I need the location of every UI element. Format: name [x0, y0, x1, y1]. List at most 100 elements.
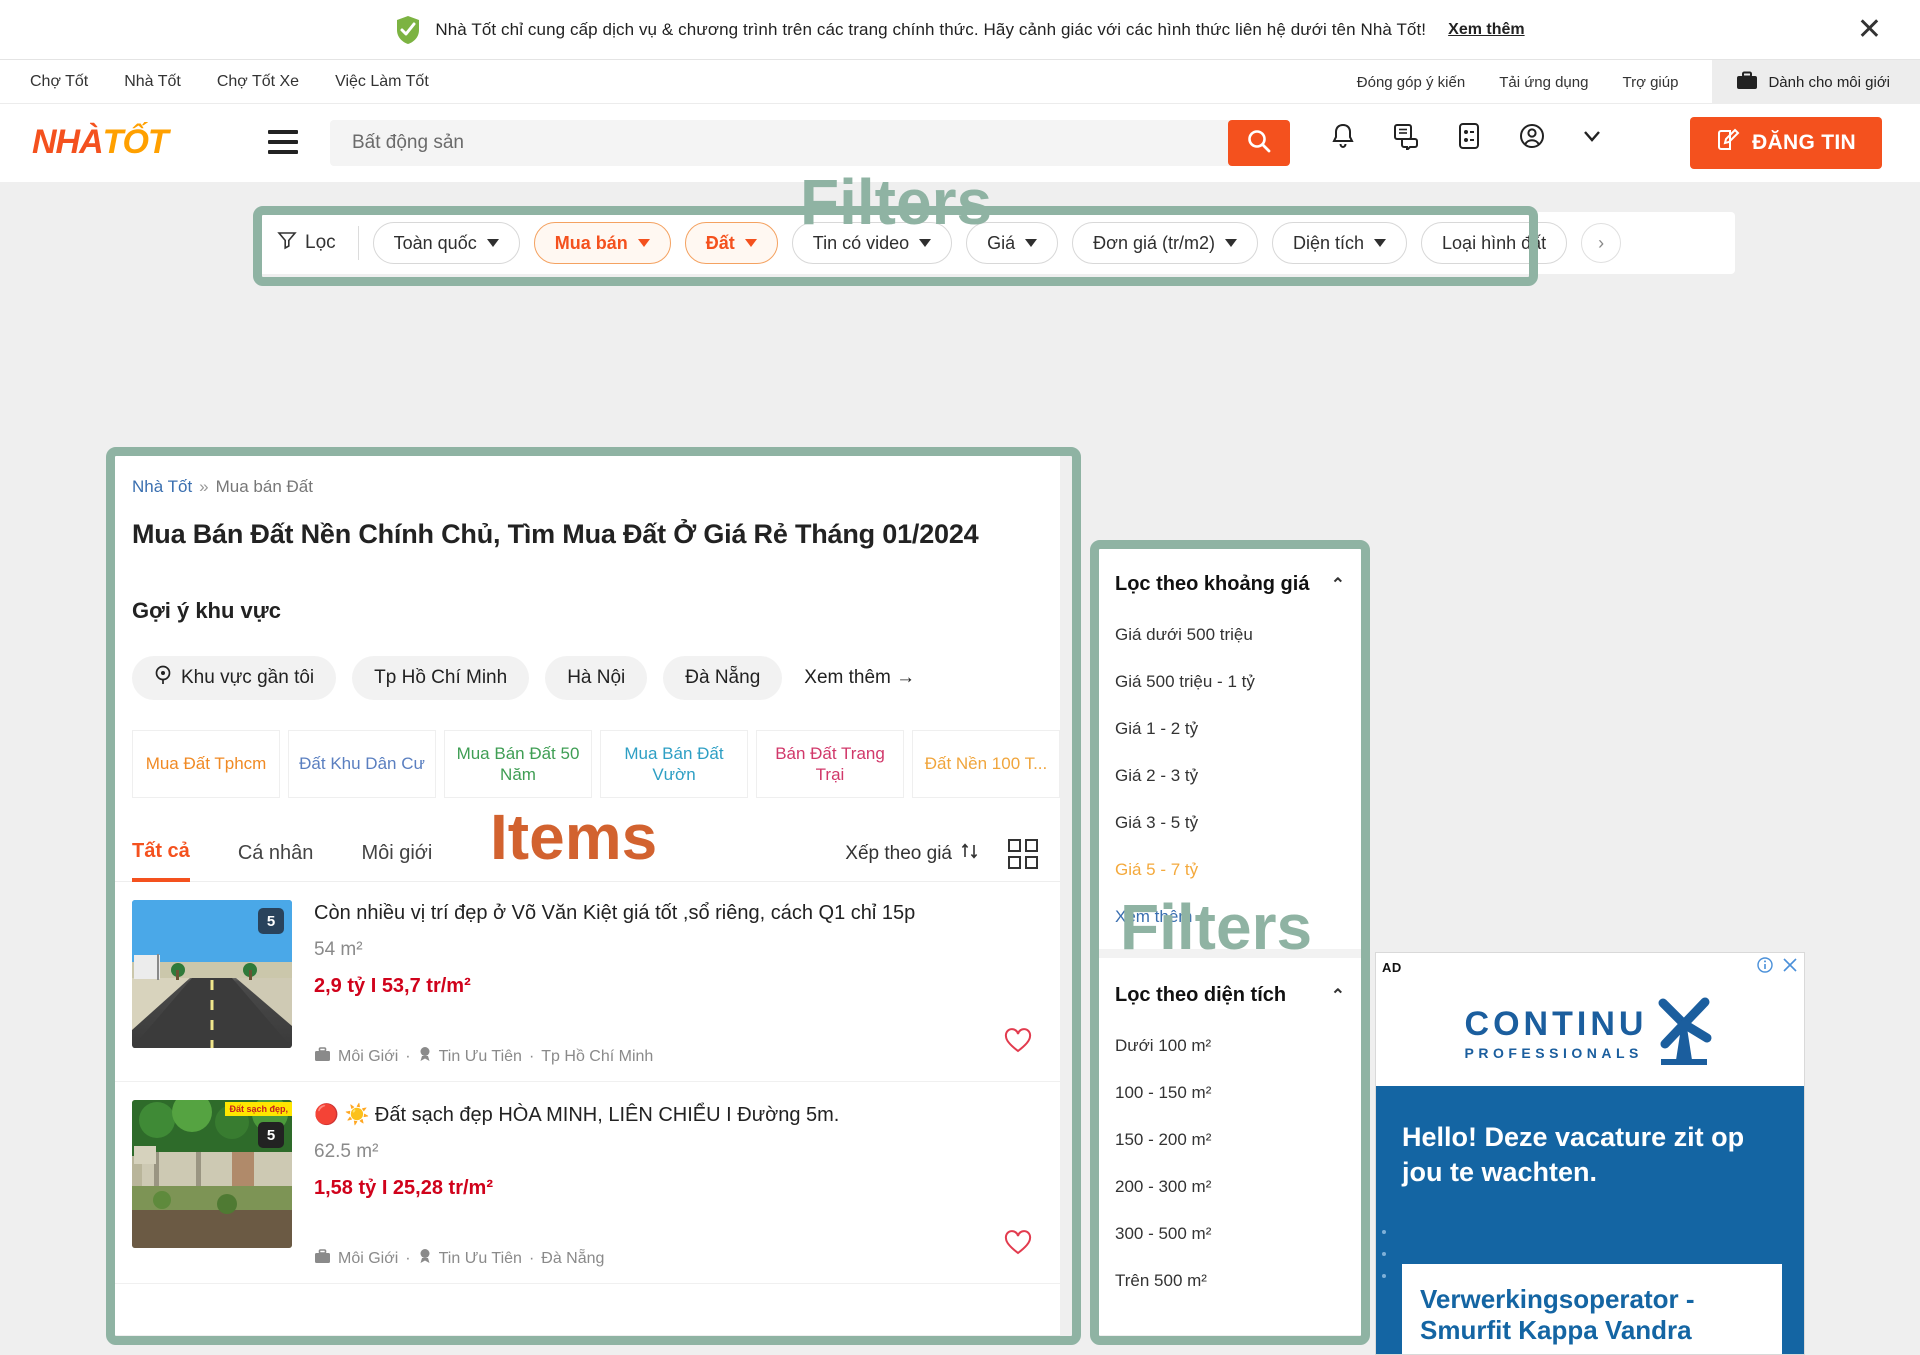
search-icon	[1246, 128, 1272, 159]
suggested-chip-hanoi[interactable]: Hà Nội	[545, 656, 648, 700]
nav-link-help[interactable]: Trợ giúp	[1622, 74, 1678, 91]
keyword-card[interactable]: Mua Bán Đất 50 Năm	[444, 730, 592, 798]
breadcrumb-home-link[interactable]: Nhà Tốt	[132, 477, 192, 496]
close-icon[interactable]	[1782, 957, 1798, 978]
nav-link-cho-tot-xe[interactable]: Chợ Tốt Xe	[217, 73, 299, 91]
price-filter-option[interactable]: Giá 3 - 5 tỷ	[1115, 813, 1345, 833]
tab-broker[interactable]: Môi giới	[361, 826, 432, 882]
meta-sep: ·	[528, 1249, 535, 1267]
chevron-down-icon	[1025, 239, 1038, 247]
chevron-up-icon[interactable]: ⌃	[1331, 574, 1345, 597]
area-filter-option[interactable]: 200 - 300 m²	[1115, 1177, 1345, 1197]
area-filter-option[interactable]: 150 - 200 m²	[1115, 1130, 1345, 1150]
keyword-card[interactable]: Mua Đất Tphcm	[132, 730, 280, 798]
keyword-card[interactable]: Đất Nền 100 T...	[912, 730, 1060, 798]
tab-all[interactable]: Tất cả	[132, 826, 190, 882]
listing-title[interactable]: Còn nhiều vị trí đẹp ở Võ Văn Kiệt giá t…	[314, 902, 1038, 925]
chat-message-icon[interactable]	[1392, 122, 1420, 155]
post-listing-button[interactable]: ĐĂNG TIN	[1690, 117, 1882, 169]
notice-more-link[interactable]: Xem thêm	[1448, 21, 1524, 39]
filter-scroll-next-button[interactable]: ›	[1581, 223, 1622, 263]
search-input[interactable]	[330, 121, 1230, 165]
filter-chip-land-type[interactable]: Loại hình đất	[1421, 222, 1568, 264]
filter-chip-area-label: Diện tích	[1292, 232, 1365, 253]
filter-chip-transaction[interactable]: Mua bán	[533, 222, 671, 264]
area-filter-option[interactable]: 100 - 150 m²	[1115, 1083, 1345, 1103]
price-filter-option[interactable]: Giá 1 - 2 tỷ	[1115, 719, 1345, 739]
price-filter-show-more[interactable]: Xem thêm ⌄	[1115, 907, 1345, 927]
windmill-icon	[1653, 994, 1715, 1073]
keyword-card[interactable]: Bán Đất Trang Trại	[756, 730, 904, 798]
manage-listings-icon[interactable]	[1456, 122, 1482, 155]
suggested-chip-hcmc[interactable]: Tp Hồ Chí Minh	[352, 656, 530, 700]
keyword-card[interactable]: Mua Bán Đất Vườn	[600, 730, 748, 798]
grid-view-icon[interactable]	[1008, 838, 1038, 869]
price-filter-title: Lọc theo khoảng giá	[1115, 573, 1310, 595]
favorite-heart-icon[interactable]	[1004, 1028, 1032, 1061]
listing-area: 62.5 m²	[314, 1141, 379, 1162]
listing-item[interactable]: Đất sạch đẹp, 5 🔴 ☀️ Đất sạch đẹp HÒA MI…	[110, 1082, 1060, 1284]
filter-chip-area[interactable]: Diện tích	[1271, 222, 1408, 264]
filter-chip-region[interactable]: Toàn quốc	[372, 222, 520, 264]
filter-open-button[interactable]: Lọc	[277, 226, 359, 260]
price-filter-header[interactable]: Lọc theo khoảng giá ⌃	[1115, 571, 1345, 598]
listing-ribbon: Đất sạch đẹp,	[225, 1102, 292, 1116]
filter-chip-price[interactable]: Giá	[966, 222, 1059, 264]
area-filter-option[interactable]: Trên 500 m²	[1115, 1271, 1345, 1291]
nav-link-feedback[interactable]: Đóng góp ý kiến	[1357, 74, 1465, 91]
listing-thumbnail[interactable]: 5	[132, 900, 292, 1048]
advertisement-panel[interactable]: AD CONTINU PROFESSIONALS Hello! Deze vac…	[1375, 952, 1805, 1355]
price-filter-option[interactable]: Giá 5 - 7 tỷ	[1115, 860, 1345, 880]
hamburger-menu-icon[interactable]	[268, 130, 298, 154]
sort-by-price-button[interactable]: Xếp theo giá	[845, 841, 980, 867]
area-filter-option[interactable]: Dưới 100 m²	[1115, 1036, 1345, 1056]
suggested-areas-heading: Gợi ý khu vực	[132, 598, 281, 623]
listing-title[interactable]: 🔴 ☀️ Đất sạch đẹp HÒA MINH, LIÊN CHIỂU I…	[314, 1102, 1038, 1127]
notification-bell-icon[interactable]	[1330, 122, 1356, 155]
info-icon[interactable]	[1757, 956, 1773, 978]
suggested-chip-near-me[interactable]: Khu vực gần tôi	[132, 656, 337, 700]
area-filter-header[interactable]: Lọc theo diện tích ⌃	[1115, 982, 1345, 1009]
chevron-down-icon	[486, 239, 499, 247]
user-account-icon[interactable]	[1518, 122, 1546, 155]
price-filter-option[interactable]: Giá dưới 500 triệu	[1115, 625, 1345, 645]
price-filter-option[interactable]: Giá 500 triệu - 1 tỷ	[1115, 672, 1345, 692]
search-box	[330, 120, 1290, 166]
keyword-shortcut-strip: Mua Đất Tphcm Đất Khu Dân Cư Mua Bán Đất…	[110, 730, 1060, 798]
filter-chip-has-video[interactable]: Tin có video	[791, 222, 953, 264]
suggested-areas-more-link[interactable]: Xem thêm →	[804, 667, 915, 689]
keyword-card[interactable]: Đất Khu Dân Cư	[288, 730, 436, 798]
ad-body[interactable]: Hello! Deze vacature zit op jou te wacht…	[1376, 1086, 1804, 1354]
nav-link-cho-tot[interactable]: Chợ Tốt	[30, 73, 88, 91]
price-filter-option[interactable]: Giá 2 - 3 tỷ	[1115, 766, 1345, 786]
search-button[interactable]	[1228, 120, 1290, 166]
filter-chip-unit-price[interactable]: Đơn giá (tr/m2)	[1072, 222, 1258, 264]
nav-link-download-app[interactable]: Tải ứng dụng	[1499, 74, 1588, 91]
site-logo[interactable]: NHÀTỐT	[32, 123, 169, 162]
nav-link-viec-lam-tot[interactable]: Việc Làm Tốt	[335, 73, 429, 91]
listing-item[interactable]: 5 Còn nhiều vị trí đẹp ở Võ Văn Kiệt giá…	[110, 882, 1060, 1082]
ad-header-bar: AD	[1376, 953, 1804, 981]
chevron-down-icon[interactable]	[1582, 129, 1602, 148]
header-icon-group	[1330, 122, 1602, 155]
nav-link-nha-tot[interactable]: Nhà Tốt	[124, 73, 181, 91]
suggested-chip-danang[interactable]: Đà Nẵng	[663, 656, 783, 700]
sidebar-filter-panel: Lọc theo khoảng giá ⌃ Giá dưới 500 triệu…	[1095, 545, 1365, 1335]
broker-portal-button[interactable]: Dành cho môi giới	[1712, 60, 1920, 104]
listing-location: Đà Nẵng	[541, 1249, 605, 1267]
listing-thumbnail[interactable]: Đất sạch đẹp, 5	[132, 1100, 292, 1248]
tab-individual[interactable]: Cá nhân	[238, 826, 314, 882]
chevron-up-icon[interactable]: ⌃	[1331, 985, 1345, 1008]
area-filter-option[interactable]: 300 - 500 m²	[1115, 1224, 1345, 1244]
listing-priority-badge: Tin Ưu Tiên	[438, 1047, 522, 1065]
close-icon[interactable]: ✕	[1857, 14, 1882, 45]
site-header: NHÀTỐT ĐĂNG TIN	[0, 104, 1920, 182]
ad-job-card[interactable]: Verwerkingsoperator - Smurfit Kappa Vand…	[1402, 1263, 1782, 1354]
briefcase-icon	[314, 1046, 331, 1067]
listing-area: 54 m²	[314, 939, 363, 960]
briefcase-icon	[1736, 71, 1758, 94]
filter-chip-property-type[interactable]: Đất	[684, 222, 778, 264]
filter-chip-land-type-label: Loại hình đất	[1442, 232, 1547, 253]
favorite-heart-icon[interactable]	[1004, 1230, 1032, 1263]
post-listing-label: ĐĂNG TIN	[1752, 131, 1856, 154]
